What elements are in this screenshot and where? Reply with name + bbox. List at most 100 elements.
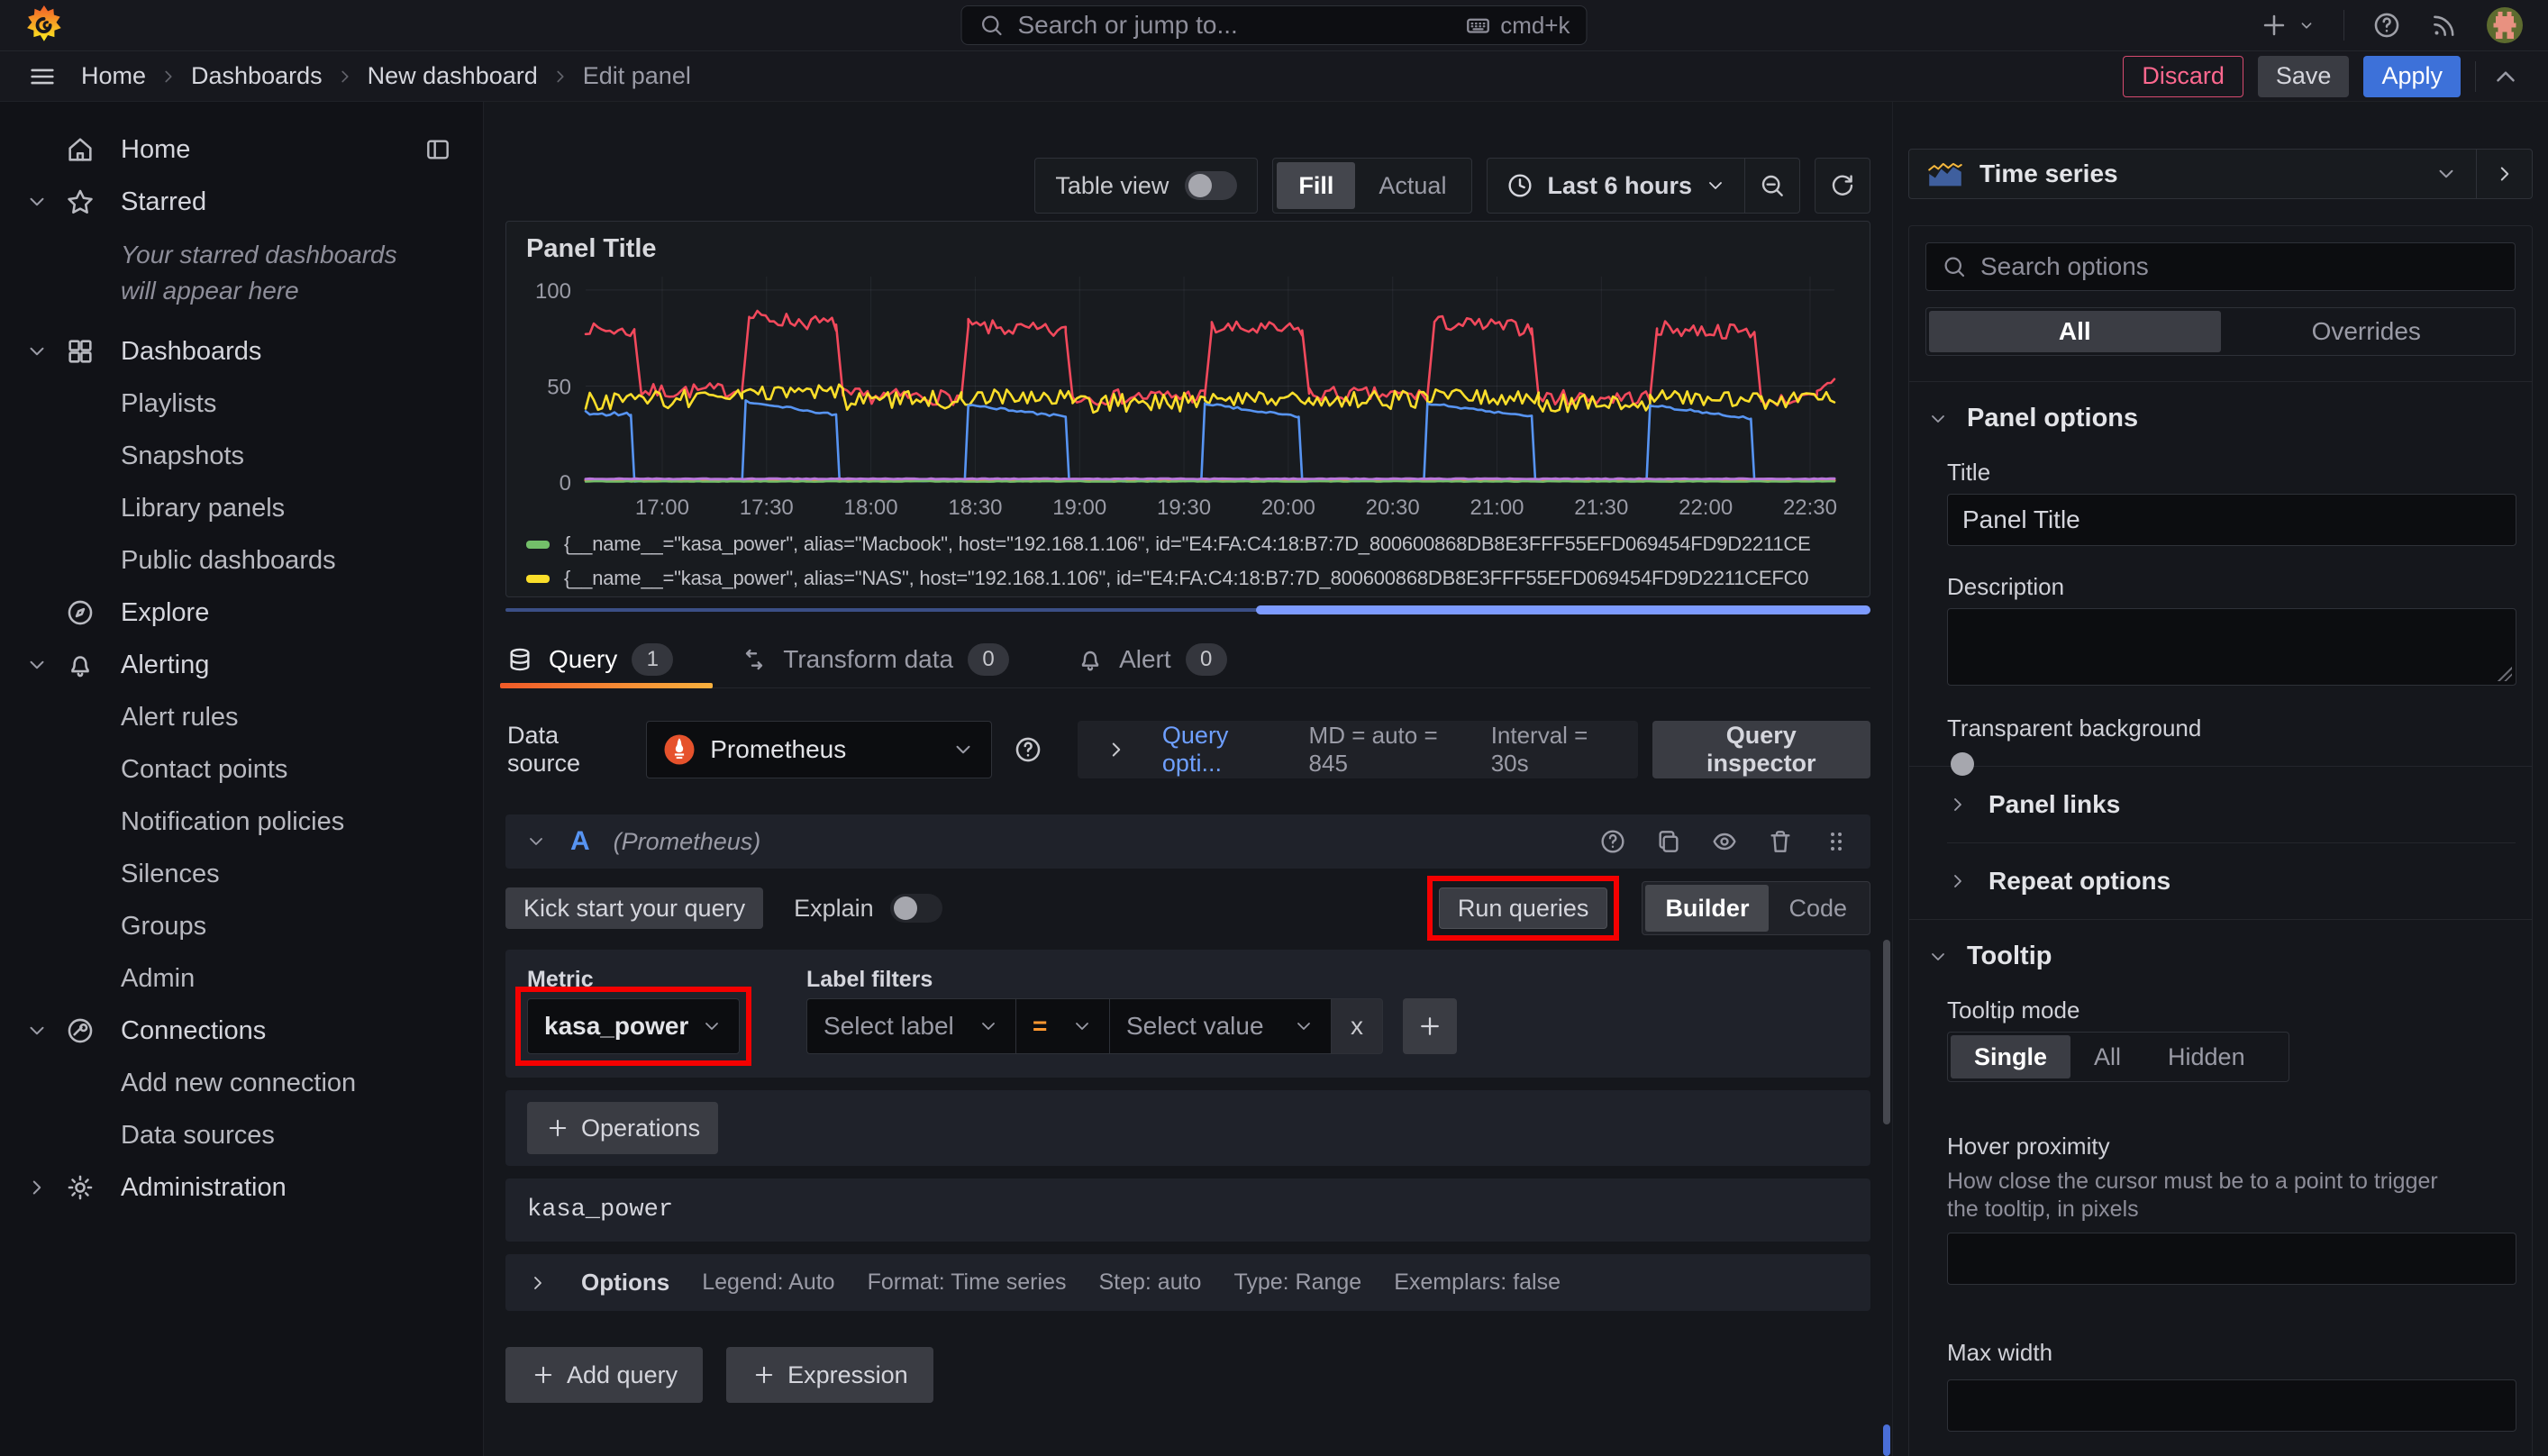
sidebar-item-data-sources[interactable]: Data sources bbox=[0, 1109, 483, 1161]
sidebar-item-notification-policies[interactable]: Notification policies bbox=[0, 796, 483, 848]
panel-links-section[interactable]: Panel links bbox=[1909, 767, 2532, 842]
help-icon[interactable] bbox=[2371, 10, 2402, 41]
sidebar-item-playlists[interactable]: Playlists bbox=[0, 378, 483, 430]
menu-icon[interactable] bbox=[27, 61, 58, 92]
chevron-down-icon[interactable] bbox=[525, 831, 547, 852]
news-icon[interactable] bbox=[2429, 10, 2460, 41]
tab-query[interactable]: Query 1 bbox=[505, 631, 673, 687]
add-expression-button[interactable]: Expression bbox=[726, 1347, 933, 1403]
all-option[interactable]: All bbox=[1929, 311, 2221, 352]
user-avatar[interactable] bbox=[2487, 7, 2523, 43]
explain-toggle[interactable] bbox=[890, 894, 942, 923]
sidebar-item-alerting[interactable]: Alerting bbox=[0, 639, 483, 691]
discard-button[interactable]: Discard bbox=[2123, 56, 2243, 97]
sidebar-item-silences[interactable]: Silences bbox=[0, 848, 483, 900]
collapse-options-icon[interactable] bbox=[2490, 61, 2521, 92]
tab-transform-data[interactable]: Transform data 0 bbox=[740, 631, 1009, 687]
query-options-link[interactable]: Query opti... bbox=[1162, 722, 1275, 778]
select-label-dropdown[interactable]: Select label bbox=[806, 998, 1015, 1054]
sidebar-item-connections[interactable]: Connections bbox=[0, 1005, 483, 1057]
legend-swatch-macbook[interactable] bbox=[526, 541, 550, 549]
builder-option[interactable]: Builder bbox=[1645, 885, 1769, 932]
sidebar-item-home[interactable]: Home bbox=[0, 123, 483, 176]
time-range-picker[interactable]: Last 6 hours bbox=[1488, 159, 1744, 213]
add-query-button[interactable]: Add query bbox=[505, 1347, 703, 1403]
code-option[interactable]: Code bbox=[1769, 885, 1867, 932]
metric-select[interactable]: kasa_power bbox=[527, 998, 740, 1054]
duplicate-query-icon[interactable] bbox=[1654, 827, 1683, 856]
chevron-down-icon[interactable] bbox=[25, 653, 65, 677]
run-queries-button[interactable]: Run queries bbox=[1439, 887, 1608, 929]
datasource-help-button[interactable] bbox=[1006, 724, 1051, 775]
legend-label[interactable]: {__name__="kasa_power", alias="Macbook",… bbox=[564, 532, 1811, 556]
sidebar-item-administration[interactable]: Administration bbox=[0, 1161, 483, 1214]
timeseries-chart[interactable]: 05010017:0017:3018:0018:3019:0019:3020:0… bbox=[526, 264, 1851, 525]
sidebar-item-add-new-connection[interactable]: Add new connection bbox=[0, 1057, 483, 1109]
sidebar-item-contact-points[interactable]: Contact points bbox=[0, 743, 483, 796]
legend-swatch-nas[interactable] bbox=[526, 575, 550, 583]
sidebar-item-public-dashboards[interactable]: Public dashboards bbox=[0, 534, 483, 587]
grafana-logo-icon[interactable] bbox=[25, 5, 63, 46]
hover-proximity-input[interactable] bbox=[1947, 1233, 2516, 1285]
expand-viz-list-button[interactable] bbox=[2476, 150, 2532, 198]
global-search[interactable]: cmd+k bbox=[961, 5, 1588, 45]
description-textarea[interactable] bbox=[1947, 608, 2516, 686]
global-search-input[interactable] bbox=[1018, 11, 1452, 40]
add-menu-button[interactable] bbox=[2259, 10, 2316, 41]
overrides-option[interactable]: Overrides bbox=[2221, 311, 2513, 352]
kick-start-query-button[interactable]: Kick start your query bbox=[505, 887, 763, 929]
sidebar-item-library-panels[interactable]: Library panels bbox=[0, 482, 483, 534]
refresh-button[interactable] bbox=[1815, 159, 1870, 213]
chevron-down-icon[interactable] bbox=[25, 190, 65, 214]
legend-scrollbar-thumb[interactable] bbox=[1256, 605, 1870, 614]
tab-alert[interactable]: Alert 0 bbox=[1076, 631, 1227, 687]
sidebar-item-alert-rules[interactable]: Alert rules bbox=[0, 691, 483, 743]
sidebar-item-snapshots[interactable]: Snapshots bbox=[0, 430, 483, 482]
panel-options-section[interactable]: Panel options bbox=[1909, 382, 2532, 455]
apply-button[interactable]: Apply bbox=[2363, 56, 2461, 97]
fill-option[interactable]: Fill bbox=[1277, 162, 1355, 209]
tooltip-hidden-option[interactable]: Hidden bbox=[2144, 1035, 2269, 1078]
max-width-input[interactable] bbox=[1947, 1379, 2516, 1432]
tooltip-single-option[interactable]: Single bbox=[1951, 1035, 2070, 1078]
sidebar-item-dashboards[interactable]: Dashboards bbox=[0, 325, 483, 378]
drag-handle-icon[interactable] bbox=[1822, 827, 1851, 856]
datasource-picker[interactable]: Prometheus bbox=[646, 721, 991, 778]
options-search[interactable] bbox=[1925, 242, 2516, 291]
sidebar-item-starred[interactable]: Starred bbox=[0, 176, 483, 228]
sidebar-item-groups[interactable]: Groups bbox=[0, 900, 483, 952]
query-row-header[interactable]: A (Prometheus) bbox=[505, 814, 1870, 869]
chevron-right-icon[interactable] bbox=[25, 1176, 65, 1199]
table-view-toggle[interactable] bbox=[1185, 171, 1237, 200]
operator-dropdown[interactable]: = bbox=[1015, 998, 1109, 1054]
query-help-icon[interactable] bbox=[1598, 827, 1627, 856]
chevron-right-icon[interactable] bbox=[1105, 738, 1128, 761]
breadcrumb-new-dashboard[interactable]: New dashboard bbox=[368, 62, 538, 90]
tooltip-all-option[interactable]: All bbox=[2070, 1035, 2144, 1078]
query-inspector-button[interactable]: Query inspector bbox=[1652, 721, 1870, 778]
sidebar-item-admin[interactable]: Admin bbox=[0, 952, 483, 1005]
resize-grip[interactable] bbox=[2498, 667, 2512, 681]
query-options-summary[interactable]: Options Legend: Auto Format: Time series… bbox=[505, 1254, 1870, 1311]
main-scrollbar-thumb[interactable] bbox=[1883, 940, 1890, 1124]
query-ref-id[interactable]: A bbox=[570, 826, 590, 857]
dock-sidebar-icon[interactable] bbox=[423, 135, 452, 164]
add-filter-button[interactable] bbox=[1403, 998, 1457, 1054]
repeat-options-section[interactable]: Repeat options bbox=[1909, 843, 2532, 919]
panel-title-input[interactable] bbox=[1947, 494, 2516, 546]
chevron-down-icon[interactable] bbox=[25, 340, 65, 363]
options-search-input[interactable] bbox=[1980, 252, 2500, 281]
select-value-dropdown[interactable]: Select value bbox=[1109, 998, 1331, 1054]
legend-label[interactable]: {__name__="kasa_power", alias="NAS", hos… bbox=[564, 567, 1808, 590]
zoom-out-button[interactable] bbox=[1745, 159, 1799, 213]
remove-filter-button[interactable]: x bbox=[1331, 998, 1383, 1054]
chevron-down-icon[interactable] bbox=[25, 1019, 65, 1042]
tooltip-section[interactable]: Tooltip bbox=[1909, 920, 2532, 993]
sidebar-item-explore[interactable]: Explore bbox=[0, 587, 483, 639]
save-button[interactable]: Save bbox=[2258, 56, 2350, 97]
actual-option[interactable]: Actual bbox=[1357, 162, 1468, 209]
visualization-picker[interactable]: Time series bbox=[1908, 149, 2533, 199]
delete-query-icon[interactable] bbox=[1766, 827, 1795, 856]
breadcrumb-home[interactable]: Home bbox=[81, 62, 146, 90]
add-operation-button[interactable]: Operations bbox=[527, 1102, 718, 1154]
